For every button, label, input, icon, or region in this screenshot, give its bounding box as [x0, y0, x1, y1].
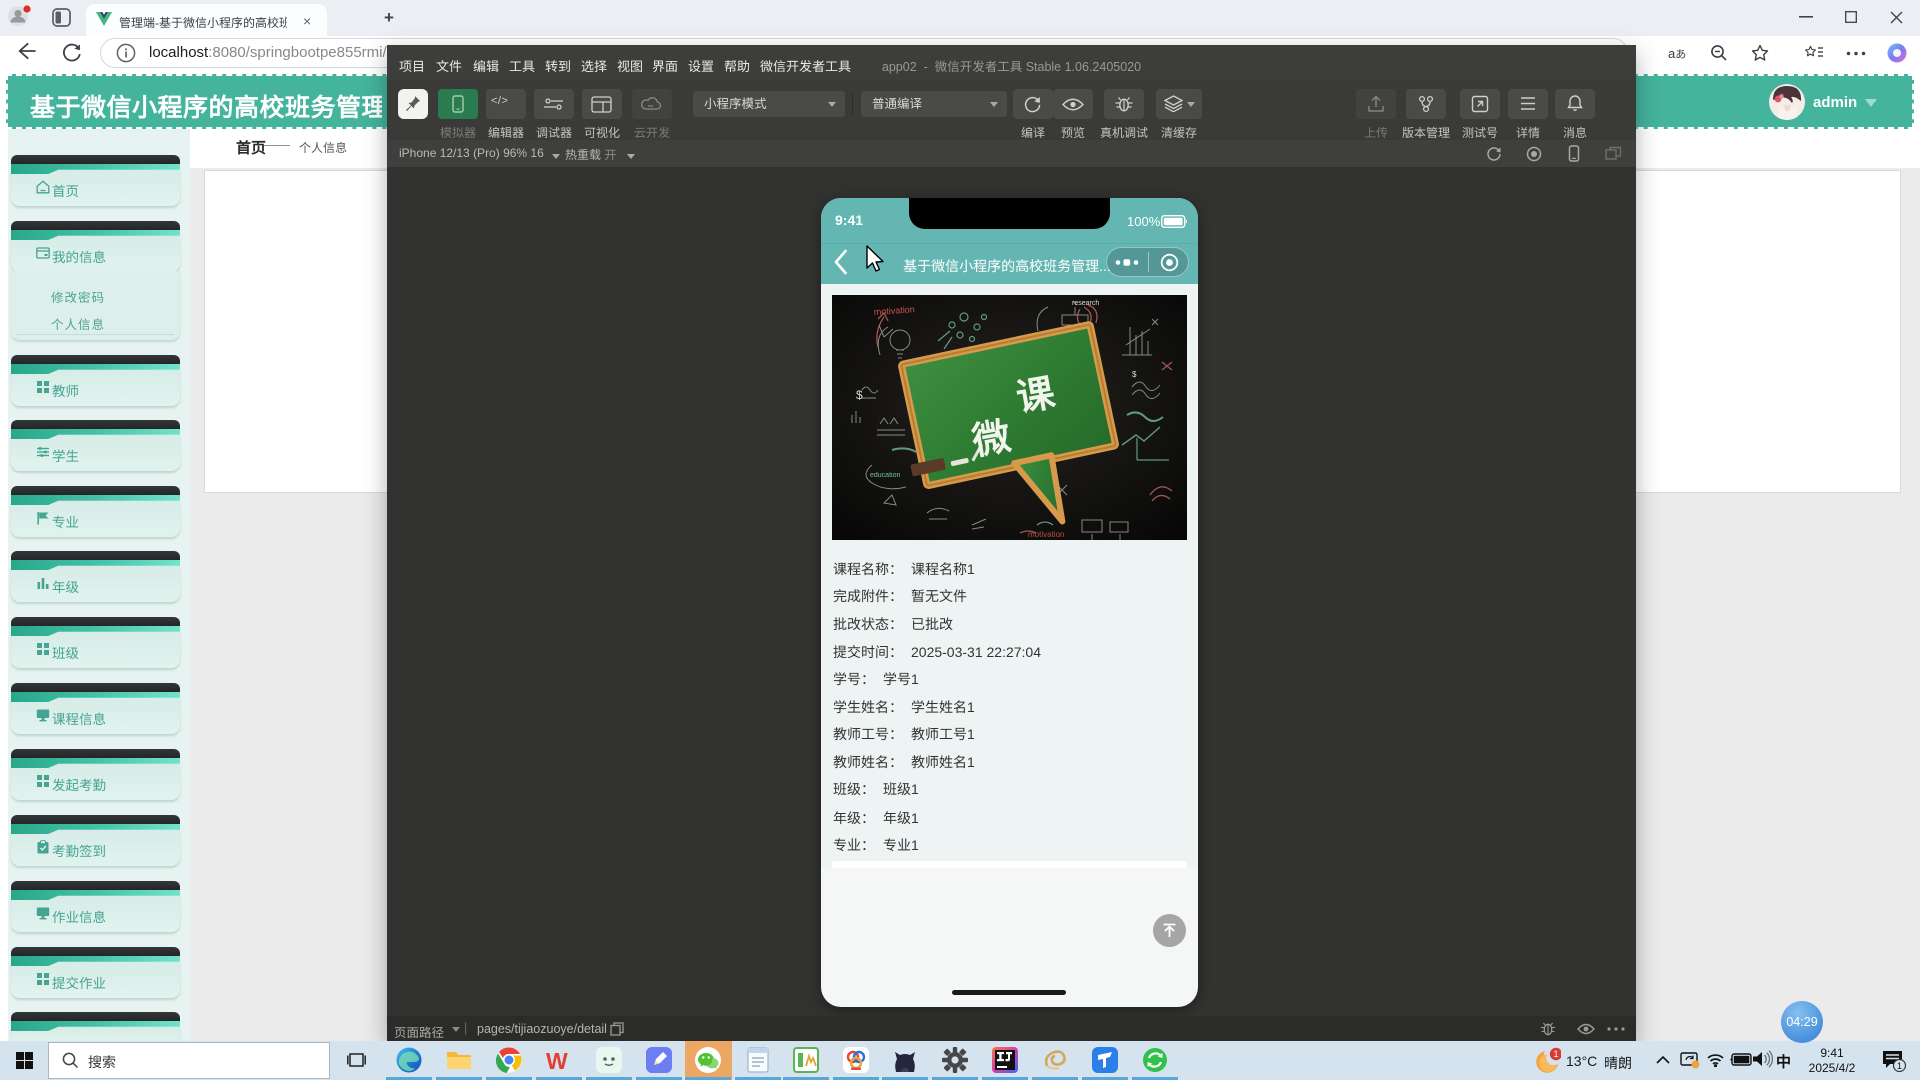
- svg-text:1: 1: [1897, 1061, 1902, 1071]
- svg-text:微: 微: [968, 416, 1014, 464]
- svg-text:1: 1: [1553, 1049, 1558, 1059]
- svg-text:motivation: motivation: [1028, 530, 1064, 539]
- svg-text:$: $: [856, 388, 863, 402]
- svg-text:research: research: [1072, 300, 1099, 307]
- svg-text:education: education: [870, 472, 900, 479]
- svg-text:$: $: [1132, 370, 1137, 379]
